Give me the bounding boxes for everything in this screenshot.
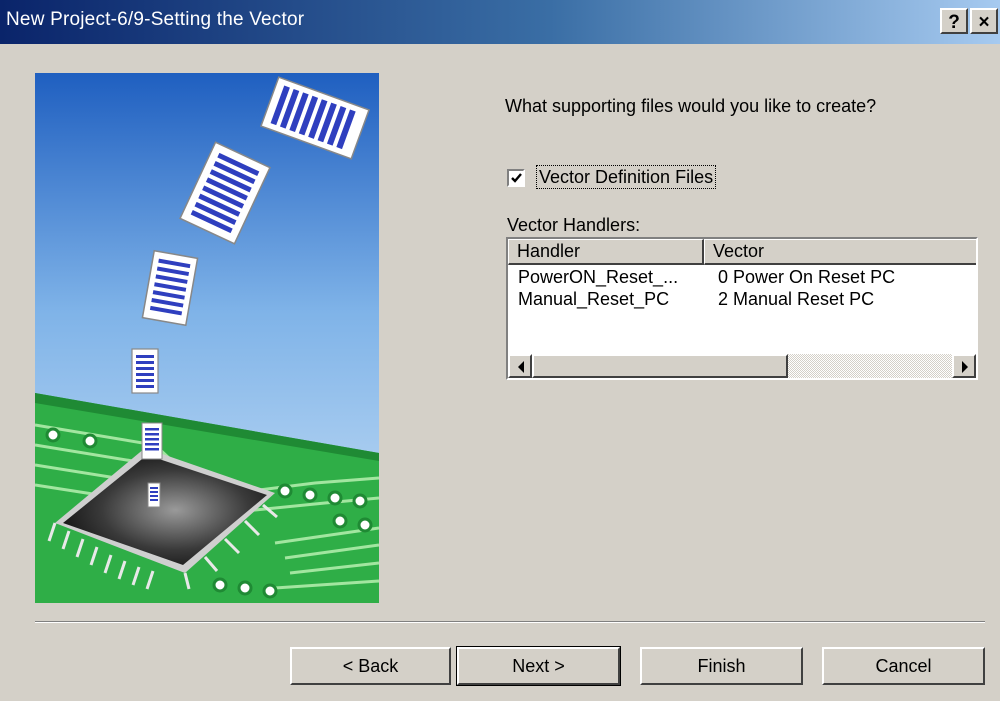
question-text: What supporting files would you like to …	[505, 96, 877, 116]
finish-button[interactable]: Finish	[640, 647, 803, 685]
handler-cell: Manual_Reset_PC	[518, 289, 670, 309]
window-title: New Project-6/9-Setting the Vector	[6, 9, 305, 30]
list-rows: PowerON_Reset_... 0 Power On Reset PC Ma…	[508, 267, 976, 311]
vector-cell: 0 Power On Reset PC	[718, 267, 896, 287]
back-button[interactable]: < Back	[290, 647, 451, 685]
column-header-vector[interactable]: Vector	[704, 239, 976, 265]
column-header-handler[interactable]: Handler	[508, 239, 704, 265]
vector-definition-checkbox[interactable]	[507, 169, 525, 187]
cancel-button[interactable]: Cancel	[822, 647, 985, 685]
next-button[interactable]: Next >	[456, 646, 621, 686]
close-button[interactable]: ×	[970, 8, 998, 34]
checkmark-icon	[511, 173, 522, 183]
separator	[35, 621, 985, 623]
list-row[interactable]: PowerON_Reset_... 0 Power On Reset PC	[508, 267, 976, 289]
wizard-dialog: New Project-6/9-Setting the Vector ? × W…	[0, 0, 1000, 701]
arrow-right-icon	[962, 361, 968, 373]
arrow-left-icon	[518, 361, 524, 373]
list-header: Handler Vector	[508, 239, 976, 265]
horizontal-scrollbar[interactable]	[508, 354, 976, 378]
vector-cell: 2 Manual Reset PC	[718, 289, 875, 309]
title-bar[interactable]: New Project-6/9-Setting the Vector ? ×	[0, 0, 1000, 44]
vector-definition-label[interactable]: Vector Definition Files	[535, 165, 717, 189]
handler-cell: PowerON_Reset_...	[518, 267, 679, 287]
scroll-right-button[interactable]	[952, 354, 976, 378]
vector-handlers-label: Vector Handlers:	[507, 215, 641, 235]
vector-handlers-list[interactable]: Handler Vector PowerON_Reset_... 0 Power…	[506, 237, 978, 380]
scroll-left-button[interactable]	[508, 354, 532, 378]
wizard-illustration	[35, 73, 379, 603]
help-button[interactable]: ?	[940, 8, 968, 34]
scroll-thumb[interactable]	[532, 354, 788, 378]
list-row[interactable]: Manual_Reset_PC 2 Manual Reset PC	[508, 289, 976, 311]
